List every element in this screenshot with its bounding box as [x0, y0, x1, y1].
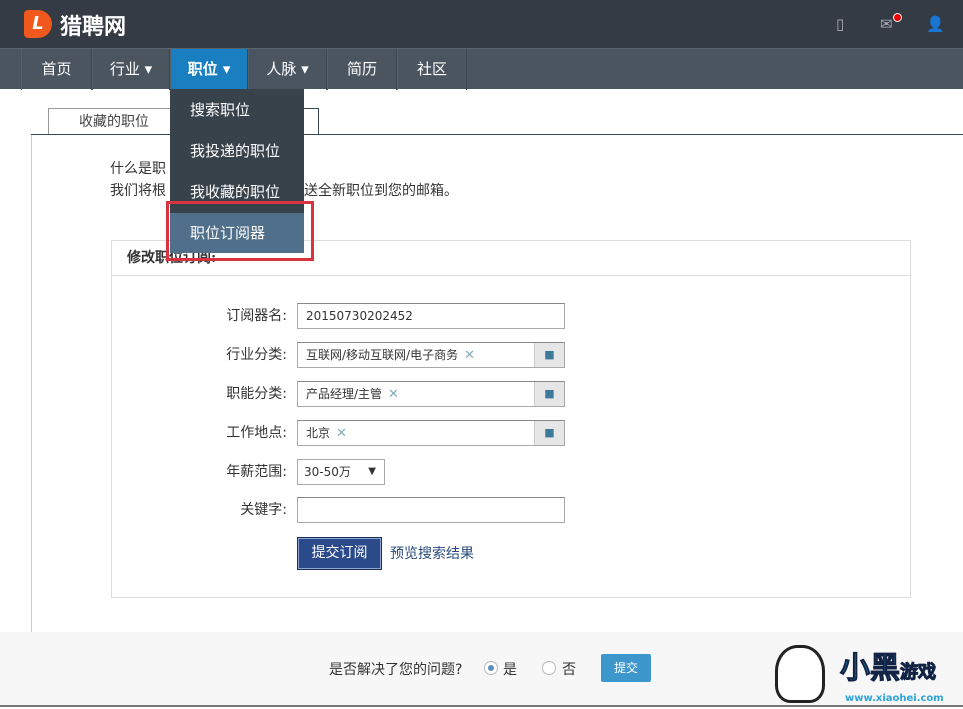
grid-picker-icon[interactable]: ■ — [534, 382, 564, 406]
top-bar: L 猎聘网 ▯ ✉ 👤 — [0, 0, 963, 48]
highlight-box — [166, 201, 314, 261]
radio-no[interactable] — [542, 661, 556, 675]
nav-network[interactable]: 人脉 ▾ — [248, 49, 327, 90]
location-tag: 北京 — [306, 426, 331, 440]
location-label: 工作地点: — [226, 425, 287, 441]
industry-tag: 互联网/移动互联网/电子商务 — [306, 348, 459, 362]
menu-item-search-jobs[interactable]: 搜索职位 — [170, 90, 304, 130]
salary-label: 年薪范围: — [226, 464, 287, 480]
menu-item-applied-jobs[interactable]: 我投递的职位 — [170, 131, 304, 171]
name-label: 订阅器名: — [226, 308, 287, 324]
salary-value: 30-50万 — [304, 465, 351, 479]
tab-saved-jobs[interactable]: 收藏的职位 — [48, 108, 180, 135]
grid-picker-icon[interactable]: ■ — [534, 343, 564, 367]
location-field[interactable]: 北京 ✕ ■ — [297, 420, 565, 446]
remove-icon[interactable]: ✕ — [464, 348, 475, 363]
subscription-form: 修改职位订阅: — [111, 240, 911, 598]
radio-yes[interactable] — [484, 661, 498, 675]
submit-subscription-button[interactable]: 提交订阅 — [297, 537, 382, 570]
feedback-question: 是否解决了您的问题? — [329, 662, 463, 678]
notification-dot — [893, 13, 902, 22]
function-label: 职能分类: — [226, 386, 287, 402]
function-field[interactable]: 产品经理/主管 ✕ ■ — [297, 381, 565, 407]
feedback-submit-button[interactable]: 提交 — [601, 654, 651, 682]
intro-line-1: 什么是职 — [110, 161, 166, 177]
nav-resume[interactable]: 简历 — [327, 49, 397, 90]
intro-line-2-start: 我们将根 — [110, 183, 166, 199]
dropdown-arrow-icon: ▼ — [368, 466, 376, 477]
main-nav: 首页 行业 ▾ 职位 ▾ 人脉 ▾ 简历 社区 — [0, 48, 963, 90]
nav-home[interactable]: 首页 — [21, 49, 92, 90]
panda-mascot-icon — [775, 645, 825, 703]
mail-icon[interactable]: ✉ — [880, 15, 893, 33]
industry-field[interactable]: 互联网/移动互联网/电子商务 ✕ ■ — [297, 342, 565, 368]
watermark-url: www.xiaohei.com — [845, 693, 944, 704]
nav-industry[interactable]: 行业 ▾ — [92, 49, 170, 90]
intro-line-2-end: 送全新职位到您的邮箱。 — [304, 183, 458, 199]
remove-icon[interactable]: ✕ — [388, 387, 399, 402]
brand-name[interactable]: 猎聘网 — [60, 9, 126, 41]
preview-results-link[interactable]: 预览搜索结果 — [390, 543, 474, 563]
grid-picker-icon[interactable]: ■ — [534, 421, 564, 445]
keyword-label: 关键字: — [240, 502, 287, 518]
watermark-logo: 小黑游戏 — [840, 651, 937, 687]
radio-no-label: 否 — [562, 662, 576, 678]
industry-label: 行业分类: — [226, 347, 287, 363]
keyword-input[interactable] — [297, 497, 565, 523]
salary-select[interactable]: 30-50万 ▼ — [297, 459, 385, 485]
remove-icon[interactable]: ✕ — [336, 426, 347, 441]
tablet-icon[interactable]: ▯ — [836, 15, 844, 33]
user-icon[interactable]: 👤 — [926, 15, 945, 33]
nav-community[interactable]: 社区 — [397, 49, 467, 90]
subscriber-name-input[interactable]: 20150730202452 — [297, 303, 565, 329]
radio-yes-label: 是 — [503, 662, 517, 678]
logo-icon[interactable]: L — [24, 10, 52, 38]
function-tag: 产品经理/主管 — [306, 387, 383, 401]
nav-jobs[interactable]: 职位 ▾ — [170, 49, 248, 90]
